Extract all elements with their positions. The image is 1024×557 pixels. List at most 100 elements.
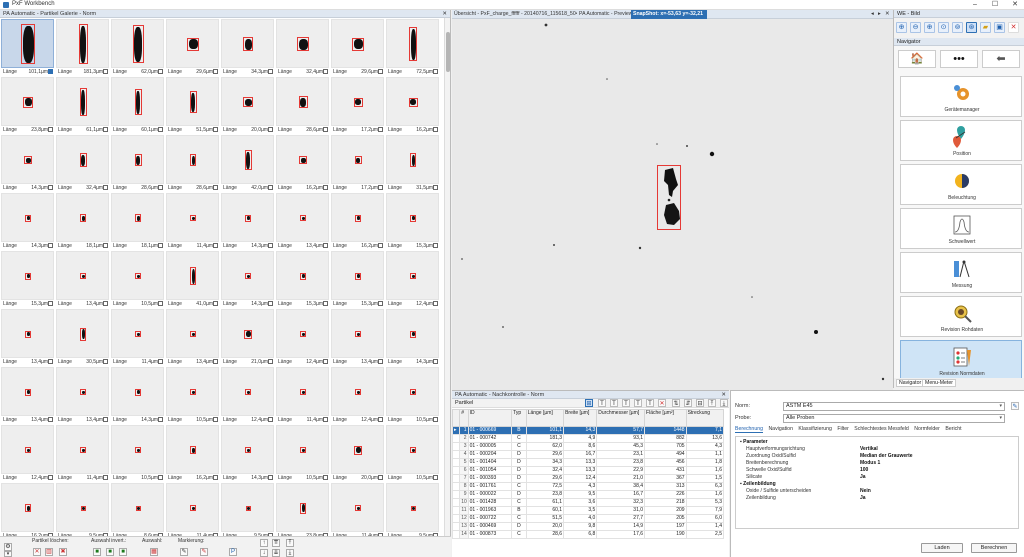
zoom-select-icon[interactable]: ⊛ xyxy=(966,22,977,33)
sort-desc-icon[interactable]: ⇵ xyxy=(684,399,692,407)
invert-page-button[interactable]: ■ xyxy=(106,548,114,556)
gallery-cell[interactable]: Länge 21,0 µm xyxy=(220,308,275,366)
select-checkbox[interactable] xyxy=(323,359,328,364)
property-row[interactable]: Schwelle Oxid/Sulfid 100 xyxy=(736,467,1018,474)
gallery-cell[interactable]: Länge 10,5 µm xyxy=(110,424,165,482)
select-checkbox[interactable] xyxy=(103,243,108,248)
select-checkbox[interactable] xyxy=(48,185,53,190)
select-checkbox[interactable] xyxy=(48,417,53,422)
select-checkbox[interactable] xyxy=(48,475,53,480)
gallery-cell[interactable]: Länge 41,0 µm xyxy=(165,250,220,308)
gallery-cell[interactable]: Länge 28,6 µm xyxy=(275,76,330,134)
select-checkbox[interactable] xyxy=(378,475,383,480)
select-checkbox[interactable] xyxy=(433,69,438,74)
nav-revision-normdaten[interactable]: Revision Normdaten xyxy=(900,340,1022,381)
home-icon[interactable]: 🏠 xyxy=(898,50,936,68)
gallery-cell[interactable]: Länge 11,4 µm xyxy=(165,192,220,250)
first-icon[interactable]: ⤒ xyxy=(708,399,716,407)
gallery-cell[interactable]: Länge 16,2 µm xyxy=(275,134,330,192)
gallery-cell[interactable]: Länge 13,4 µm xyxy=(330,308,385,366)
calculate-button[interactable]: Berechnen xyxy=(971,543,1017,553)
select-checkbox[interactable] xyxy=(158,243,163,248)
gallery-cell[interactable]: Länge 14,3 µm xyxy=(220,192,275,250)
move-up-double-button[interactable]: ⇈ xyxy=(272,539,280,547)
move-down-button[interactable]: ↓ xyxy=(260,549,268,557)
select-red-button[interactable]: ▦ xyxy=(150,548,158,556)
select-checkbox[interactable] xyxy=(158,69,163,74)
back-icon[interactable]: ⬅ xyxy=(982,50,1020,68)
select-checkbox[interactable] xyxy=(48,69,53,74)
last-icon[interactable]: ⤓ xyxy=(720,399,728,407)
tab-klassifizierung[interactable]: Klassifizierung xyxy=(798,426,831,432)
select-checkbox[interactable] xyxy=(268,301,273,306)
gallery-cell[interactable]: Länge 10,5 µm xyxy=(110,250,165,308)
select-checkbox[interactable] xyxy=(433,127,438,132)
select-checkbox[interactable] xyxy=(323,417,328,422)
gallery-cell[interactable]: Länge 9,5 µm xyxy=(55,482,110,536)
delete-options-button[interactable]: ✖ xyxy=(59,548,67,556)
zoom-100-icon[interactable]: ⊙ xyxy=(938,22,949,33)
tab-filter[interactable]: Filter xyxy=(837,426,849,432)
select-checkbox[interactable] xyxy=(323,243,328,248)
save-icon[interactable]: ▣ xyxy=(994,22,1005,33)
table-row[interactable]: 7 01 - 000393 D 29,6 12,4 21,0 367 1,5 xyxy=(452,474,725,483)
gallery-cell[interactable]: Länge 11,4 µm xyxy=(165,482,220,536)
gallery-cell[interactable]: Länge 15,3 µm xyxy=(385,192,440,250)
select-checkbox[interactable] xyxy=(213,185,218,190)
move-down-double-button[interactable]: ⇊ xyxy=(272,549,280,557)
property-row[interactable]: Silicate Ja xyxy=(736,474,1018,481)
more-icon[interactable]: ••• xyxy=(940,50,978,68)
gallery-cell[interactable]: Länge 17,2 µm xyxy=(330,134,385,192)
table-row[interactable]: 14 01 - 000873 C 28,6 6,8 17,6 190 2,5 xyxy=(452,530,725,539)
scroll-thumb[interactable] xyxy=(446,32,450,72)
select-checkbox[interactable] xyxy=(268,69,273,74)
gallery-cell[interactable]: Länge 34,3 µm xyxy=(220,18,275,76)
gallery-cell[interactable]: Länge 11,4 µm xyxy=(110,308,165,366)
sort-t3-icon[interactable]: T xyxy=(622,399,630,407)
nav-messung[interactable]: Messung xyxy=(900,252,1022,293)
tab-normfelder[interactable]: Normfelder xyxy=(914,426,940,432)
property-row[interactable]: Zeilenbildung Ja xyxy=(736,495,1018,502)
gallery-cell[interactable]: Länge 181,3 µm xyxy=(55,18,110,76)
gallery-cell[interactable]: Länge 23,8 µm xyxy=(275,482,330,536)
column-header[interactable]: Streckung xyxy=(685,409,725,427)
table-row[interactable]: 2 01 - 000742 C 181,3 4,9 93,1 882 13,6 xyxy=(452,434,725,443)
gallery-cell[interactable]: Länge 13,4 µm xyxy=(0,366,55,424)
tab-overview[interactable]: Übersicht - PxF_charge_ffffff - 20140716… xyxy=(452,10,577,19)
gallery-cell[interactable]: Länge 29,6 µm xyxy=(330,18,385,76)
tab-berechnung[interactable]: Berechnung xyxy=(735,426,763,433)
maximize-button[interactable]: ☐ xyxy=(988,0,1002,10)
select-checkbox[interactable] xyxy=(103,69,108,74)
gallery-cell[interactable]: Länge 10,5 µm xyxy=(385,424,440,482)
column-header[interactable]: Fläche [µm²] xyxy=(644,409,687,427)
select-checkbox[interactable] xyxy=(48,301,53,306)
select-checkbox[interactable] xyxy=(158,301,163,306)
select-checkbox[interactable] xyxy=(323,127,328,132)
tab-navigation[interactable]: Navigation xyxy=(768,426,793,432)
gallery-cell[interactable]: Länge 8,6 µm xyxy=(110,482,165,536)
gallery-cell[interactable]: Länge 62,0 µm xyxy=(110,18,165,76)
sort-t4-icon[interactable]: T xyxy=(634,399,642,407)
tab-navigator[interactable]: Navigator xyxy=(896,379,925,387)
table-row[interactable]: 9 01 - 000022 D 23,8 9,5 16,7 226 1,6 xyxy=(452,490,725,499)
select-checkbox[interactable] xyxy=(378,359,383,364)
nav-position[interactable]: Position xyxy=(900,120,1022,161)
gallery-cell[interactable]: Länge 10,5 µm xyxy=(275,424,330,482)
gallery-cell[interactable]: Länge 16,2 µm xyxy=(385,76,440,134)
close-image-icon[interactable]: ✕ xyxy=(1008,22,1019,33)
sort-asc-icon[interactable]: ⇅ xyxy=(672,399,680,407)
select-checkbox[interactable] xyxy=(433,475,438,480)
filter-icon[interactable]: ⊟ xyxy=(696,399,704,407)
gallery-scrollbar[interactable] xyxy=(444,18,450,536)
select-checkbox[interactable] xyxy=(268,475,273,480)
select-checkbox[interactable] xyxy=(213,475,218,480)
gallery-cell[interactable]: Länge 9,5 µm xyxy=(385,482,440,536)
tab-schlechtestes-messfeld[interactable]: Schlechtestes Messfeld xyxy=(854,426,909,432)
gallery-cell[interactable]: Länge 14,3 µm xyxy=(110,366,165,424)
select-checkbox[interactable] xyxy=(158,475,163,480)
column-header[interactable]: Typ xyxy=(511,409,527,427)
select-checkbox[interactable] xyxy=(323,69,328,74)
gallery-cell[interactable]: Länge 14,3 µm xyxy=(220,424,275,482)
gallery-cell[interactable]: Länge 12,4 µm xyxy=(0,424,55,482)
delete-marked-button[interactable]: ▥ xyxy=(45,548,53,556)
